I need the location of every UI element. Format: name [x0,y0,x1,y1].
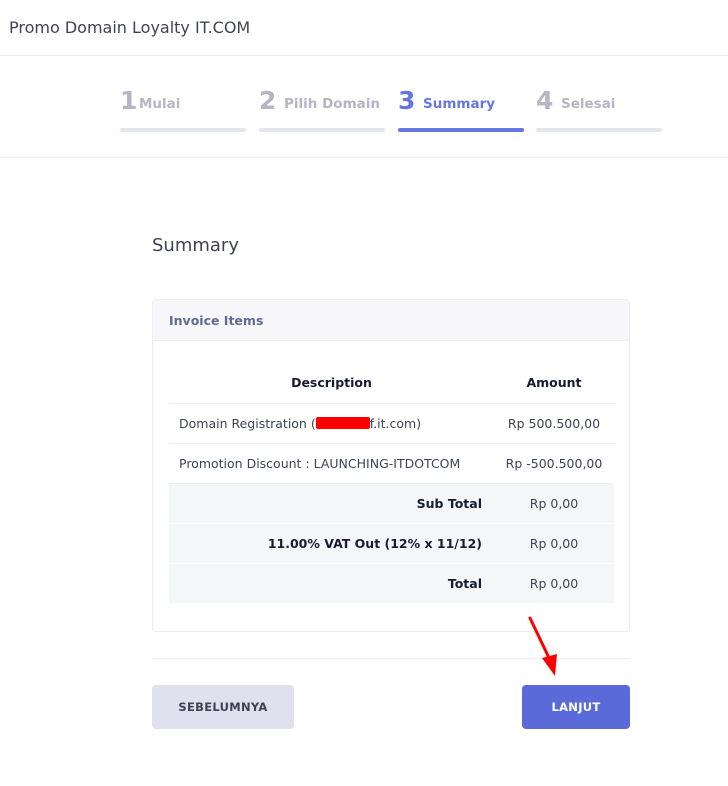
annotation-arrow-icon [528,616,557,676]
step-label: Summary [423,96,496,112]
step-progress-bar [120,128,246,132]
step-progress-bar [536,128,662,132]
previous-button[interactable]: SEBELUMNYA [152,685,294,729]
step-label: Selesai [561,96,616,112]
total-amount: Rp 0,00 [494,483,614,524]
table-header-row: Description Amount [169,363,614,404]
total-amount: Rp 0,00 [494,523,614,564]
item-amount: Rp 500.500,00 [494,403,614,444]
total-label: 11.00% VAT Out (12% x 11/12) [169,523,494,564]
invoice-header-title: Invoice Items [169,312,264,328]
step-label: Pilih Domain [284,96,380,112]
step-progress-bar [259,128,385,132]
step-progress-bar [398,128,524,132]
redaction-mark [315,416,370,429]
step-pilih-domain[interactable]: 2 Pilih Domain [259,86,385,132]
subtotal-row: Sub Total Rp 0,00 [169,483,614,524]
total-label: Total [169,563,494,604]
total-label: Sub Total [169,483,494,524]
step-number: 2 [259,86,277,115]
item-description: Promotion Discount : LAUNCHING-ITDOTCOM [169,443,494,484]
column-header-description: Description [169,363,494,404]
invoice-card-header: Invoice Items [153,300,629,341]
step-number: 1 [120,86,138,115]
item-amount: Rp -500.500,00 [494,443,614,484]
top-bar: Promo Domain Loyalty IT.COM [0,0,728,56]
invoice-table: Description Amount Domain Registration (… [169,363,614,604]
column-header-amount: Amount [494,363,614,404]
app-title: Promo Domain Loyalty IT.COM [9,18,251,37]
description-suffix: f.it.com) [369,415,422,431]
table-row: Promotion Discount : LAUNCHING-ITDOTCOM … [169,443,614,484]
step-mulai[interactable]: 1 Mulai [120,86,246,132]
item-description: Domain Registration ( f.it.com) [169,403,494,444]
description-prefix: Domain Registration ( [179,415,316,431]
vat-row: 11.00% VAT Out (12% x 11/12) Rp 0,00 [169,523,614,564]
step-selesai[interactable]: 4 Selesai [536,86,662,132]
invoice-card: Invoice Items Description Amount Domain … [152,299,630,632]
grand-total-row: Total Rp 0,00 [169,563,614,604]
next-button[interactable]: LANJUT [522,685,630,729]
step-number: 3 [398,86,416,115]
table-row: Domain Registration ( f.it.com) Rp 500.50… [169,403,614,444]
total-amount: Rp 0,00 [494,563,614,604]
wizard-stepper: 1 Mulai 2 Pilih Domain 3 Summary 4 Seles… [0,56,728,158]
step-label: Mulai [139,96,181,112]
page-title: Summary [152,235,239,256]
step-summary[interactable]: 3 Summary [398,86,524,132]
step-number: 4 [536,86,554,115]
